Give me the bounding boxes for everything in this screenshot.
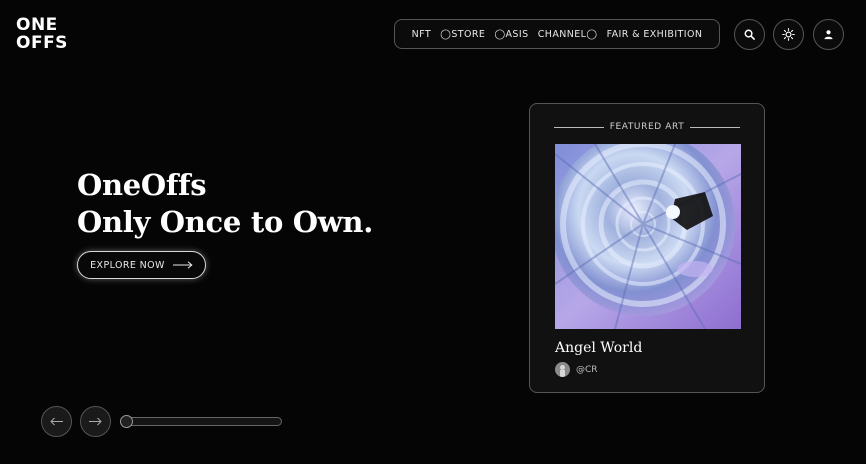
- nav-item-nft[interactable]: NFT: [412, 29, 431, 40]
- artwork-title[interactable]: Angel World: [555, 340, 642, 356]
- brand-logo-line2: OFFS: [16, 33, 68, 53]
- hero-title-line2: Only Once to Own.: [77, 205, 374, 239]
- arrow-right-icon: [89, 417, 102, 426]
- arrow-left-icon: [50, 417, 63, 426]
- user-icon: [824, 30, 833, 40]
- carousel-next-button[interactable]: [80, 406, 111, 437]
- divider-line: [554, 126, 604, 128]
- featured-art-label: FEATURED ART: [609, 122, 685, 132]
- featured-artwork-image[interactable]: [555, 144, 741, 329]
- nav-item-channel[interactable]: CHANNEL◯: [538, 29, 598, 40]
- hero-title-line1: OneOffs: [77, 168, 207, 202]
- divider-line: [690, 126, 740, 128]
- arrow-right-icon: [172, 261, 193, 269]
- brand-logo-line1: ONE: [16, 15, 58, 35]
- artist-info[interactable]: @CR: [555, 362, 598, 377]
- sun-icon: [782, 28, 795, 41]
- featured-art-header: FEATURED ART: [554, 121, 740, 133]
- main-nav: NFT ◯STORE ◯ASIS CHANNEL◯ FAIR & EXHIBIT…: [394, 19, 720, 49]
- theme-toggle-button[interactable]: [773, 19, 804, 50]
- avatar: [555, 362, 570, 377]
- carousel-progress-slider[interactable]: [120, 415, 282, 428]
- featured-art-card[interactable]: FEATURED ART Angel World @CR: [529, 103, 765, 393]
- nav-item-store[interactable]: ◯STORE: [440, 29, 485, 40]
- slider-handle[interactable]: [120, 415, 133, 428]
- explore-now-label: EXPLORE NOW: [90, 259, 165, 271]
- explore-now-button[interactable]: EXPLORE NOW: [77, 251, 206, 279]
- carousel-prev-button[interactable]: [41, 406, 72, 437]
- search-button[interactable]: [734, 19, 765, 50]
- nav-item-fair-exhibition[interactable]: FAIR & EXHIBITION: [607, 29, 703, 40]
- hero-title: OneOffs Only Once to Own.: [77, 167, 373, 241]
- artist-handle: @CR: [576, 364, 598, 375]
- brand-logo[interactable]: ONE OFFS: [16, 16, 68, 52]
- nav-item-oasis[interactable]: ◯ASIS: [495, 29, 529, 40]
- search-icon: [744, 29, 755, 40]
- account-button[interactable]: [813, 19, 844, 50]
